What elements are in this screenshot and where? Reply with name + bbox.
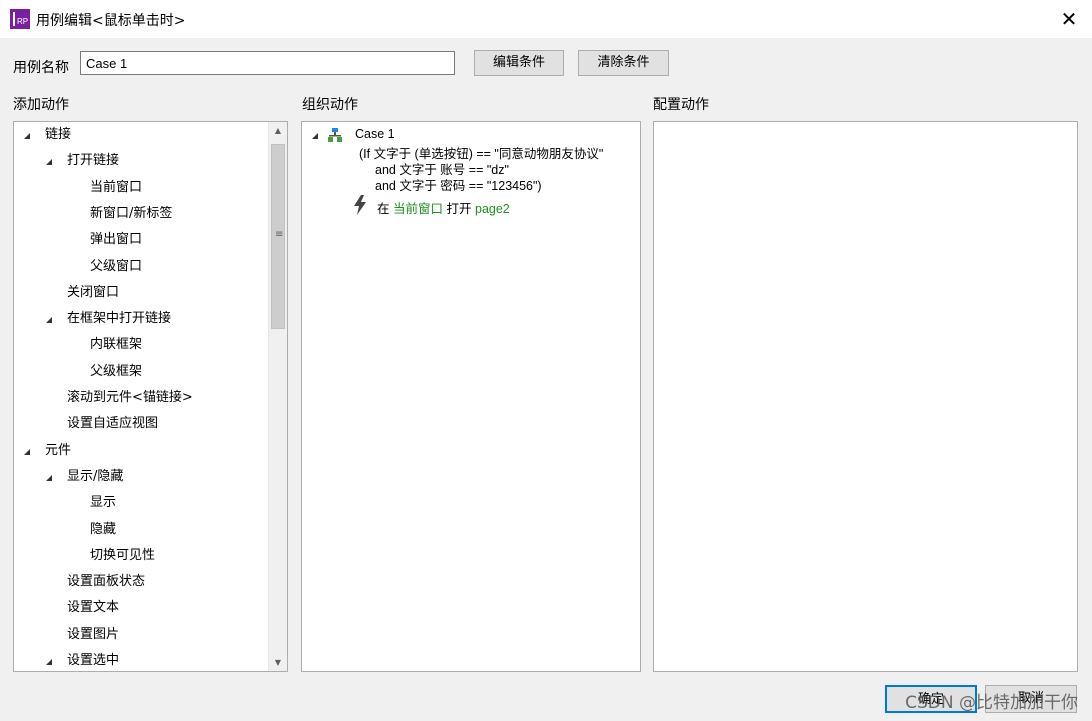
scroll-down-icon[interactable]: ▼	[269, 654, 287, 671]
expand-arrow-icon[interactable]	[46, 659, 52, 665]
close-icon[interactable]: ✕	[1056, 6, 1082, 32]
tree-item-label: 关闭窗口	[67, 284, 120, 300]
case-name-input[interactable]	[80, 51, 455, 75]
tree-item-label: 新窗口/新标签	[90, 205, 173, 221]
configure-actions-panel	[653, 121, 1078, 672]
tree-item[interactable]: 隐藏	[14, 520, 264, 540]
tree-item[interactable]: 新窗口/新标签	[14, 204, 264, 224]
case-tree-icon	[328, 128, 342, 142]
tree-item-label: 在框架中打开链接	[67, 311, 172, 327]
tree-item-label: 设置图片	[67, 626, 120, 642]
app-icon-text: RP	[17, 17, 29, 26]
tree-item[interactable]: 滚动到元件<锚链接>	[14, 388, 264, 408]
title-bar: RP 用例编辑<鼠标单击时> ✕	[0, 0, 1092, 38]
tree-item-label: 打开链接	[67, 153, 120, 169]
tree-item[interactable]: 关闭窗口	[14, 283, 264, 303]
tree-item[interactable]: 链接	[14, 125, 264, 145]
action-verb: 打开	[446, 202, 472, 216]
grip-icon: ≡	[275, 229, 284, 240]
tree-item[interactable]: 内联框架	[14, 335, 264, 355]
scroll-up-icon[interactable]: ▲	[269, 122, 287, 139]
tree-item[interactable]: 设置自适应视图	[14, 414, 264, 434]
action-prefix: 在	[377, 202, 390, 216]
tree-item[interactable]: 打开链接	[14, 151, 264, 171]
tree-item-label: 父级框架	[90, 363, 143, 379]
tree-item[interactable]: 弹出窗口	[14, 230, 264, 250]
tree-item-label: 隐藏	[90, 521, 117, 537]
tree-item-label: 链接	[45, 127, 72, 142]
edit-condition-button[interactable]: 编辑条件	[474, 50, 564, 76]
tree-item-label: 设置面板状态	[67, 574, 146, 590]
tree-item[interactable]: 切换可见性	[14, 546, 264, 566]
tree-item[interactable]: 设置文本	[14, 598, 264, 618]
organize-actions-heading: 组织动作	[302, 97, 358, 113]
case-name: Case 1	[355, 127, 395, 141]
tree-item-label: 父级窗口	[90, 258, 143, 274]
tree-item[interactable]: 父级窗口	[14, 257, 264, 277]
tree-item-label: 切换可见性	[90, 547, 156, 563]
case-name-label: 用例名称	[13, 60, 69, 76]
tree-item-label: 元件	[45, 442, 72, 458]
tree-item-label: 设置选中	[67, 653, 120, 668]
lightning-icon	[354, 195, 366, 215]
tree-item[interactable]: 元件	[14, 441, 264, 461]
window-title: 用例编辑<鼠标单击时>	[36, 13, 186, 29]
add-actions-heading: 添加动作	[13, 97, 69, 113]
scroll-thumb[interactable]: ≡	[271, 144, 285, 329]
action-text: 在 当前窗口 打开 page2	[377, 198, 510, 217]
tree-item[interactable]: 在框架中打开链接	[14, 309, 264, 329]
tree-item[interactable]: 父级框架	[14, 362, 264, 382]
tree-item-label: 当前窗口	[90, 179, 143, 195]
configure-actions-heading: 配置动作	[653, 97, 709, 113]
tree-item-label: 显示	[90, 495, 117, 511]
tree-item[interactable]: 显示/隐藏	[14, 467, 264, 487]
tree-item[interactable]: 当前窗口	[14, 178, 264, 198]
action-page: page2	[475, 202, 510, 216]
tree-item-label: 内联框架	[90, 337, 143, 353]
tree-item-label: 弹出窗口	[90, 232, 143, 248]
action-tree-panel: 链接打开链接当前窗口新窗口/新标签 弹出窗口父级窗口关闭窗口在框架中打开链接 内联框…	[13, 121, 288, 672]
tree-item[interactable]: 设置选中	[14, 651, 264, 671]
expand-arrow-icon[interactable]	[24, 133, 30, 139]
tree-item-label: 滚动到元件<锚链接>	[67, 390, 193, 405]
condition-line-3: and 文字于 密码 == "123456")	[375, 179, 542, 193]
expand-arrow-icon[interactable]	[46, 474, 52, 481]
tree-item-label: 设置文本	[67, 600, 120, 616]
expand-arrow-icon[interactable]	[312, 133, 318, 139]
tree-item-label: 显示/隐藏	[67, 468, 124, 484]
action-target: 当前窗口	[393, 202, 444, 216]
tree-item[interactable]: 设置面板状态	[14, 572, 264, 592]
organize-actions-panel: Case 1 (If 文字于 (单选按钮) == "同意动物朋友协议" and …	[301, 121, 641, 672]
expand-arrow-icon[interactable]	[24, 448, 30, 455]
watermark: CSDN @比特加加干你	[905, 693, 1078, 713]
tree-item-label: 设置自适应视图	[67, 416, 159, 432]
expand-arrow-icon[interactable]	[46, 317, 52, 324]
tree-item[interactable]: 显示	[14, 493, 264, 513]
axure-app-icon: RP	[10, 9, 30, 29]
tree-item[interactable]: 设置图片	[14, 625, 264, 645]
clear-condition-button[interactable]: 清除条件	[578, 50, 669, 76]
tree-scrollbar[interactable]: ▲ ≡ ▼	[268, 122, 287, 671]
expand-arrow-icon[interactable]	[46, 159, 52, 166]
